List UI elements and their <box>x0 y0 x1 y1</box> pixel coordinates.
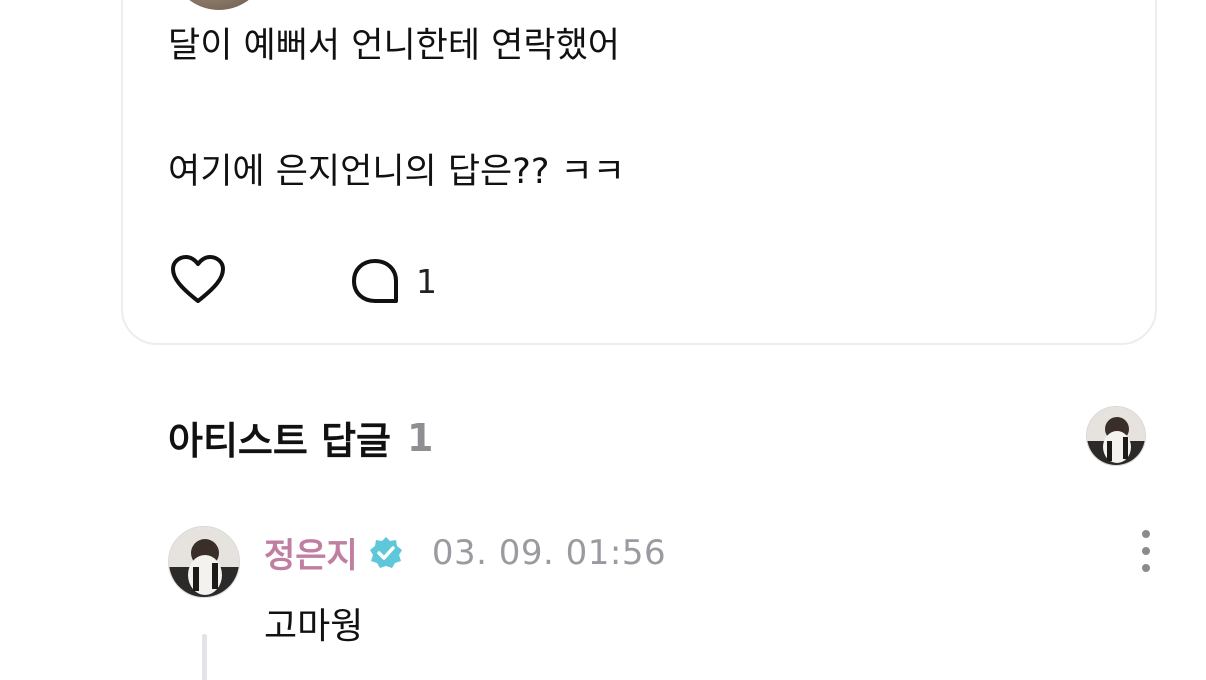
reply-timestamp: 03. 09. 01:56 <box>431 532 667 573</box>
artist-replies-title: 아티스트 답글 <box>168 419 391 463</box>
heart-icon <box>171 255 225 303</box>
artist-avatar[interactable] <box>1086 406 1146 466</box>
more-options-button[interactable] <box>1130 530 1162 572</box>
artist-photo <box>169 527 239 597</box>
speech-bubble-icon <box>352 259 398 303</box>
like-button[interactable] <box>170 253 228 307</box>
post-text-line: 달이 예뻐서 언니한테 연락했어 <box>168 26 620 66</box>
artist-photo <box>1087 407 1145 465</box>
reply-text: 고마웡 <box>264 606 364 647</box>
page: 달이 예뻐서 언니한테 연락했어 여기에 은지언니의 답은?? ㅋㅋ 1 아티스… <box>0 0 1206 680</box>
reply-header: 정은지 03. 09. 01:56 <box>264 528 666 577</box>
post-author-avatar[interactable] <box>170 0 268 10</box>
thread-connector-line <box>202 634 207 680</box>
artist-replies-count: 1 <box>407 415 434 460</box>
verified-badge-icon <box>369 536 402 568</box>
more-dot <box>1142 564 1150 572</box>
post-text-line: 여기에 은지언니의 답은?? ㅋㅋ <box>168 152 625 192</box>
comment-count: 1 <box>416 261 437 301</box>
reply-author-name[interactable]: 정은지 <box>264 528 358 577</box>
reply-author-avatar[interactable] <box>168 526 240 598</box>
artist-replies-header: 아티스트 답글 1 <box>168 410 433 465</box>
more-dot <box>1142 530 1150 538</box>
comment-button[interactable]: 1 <box>350 256 437 306</box>
more-dot <box>1142 547 1150 555</box>
